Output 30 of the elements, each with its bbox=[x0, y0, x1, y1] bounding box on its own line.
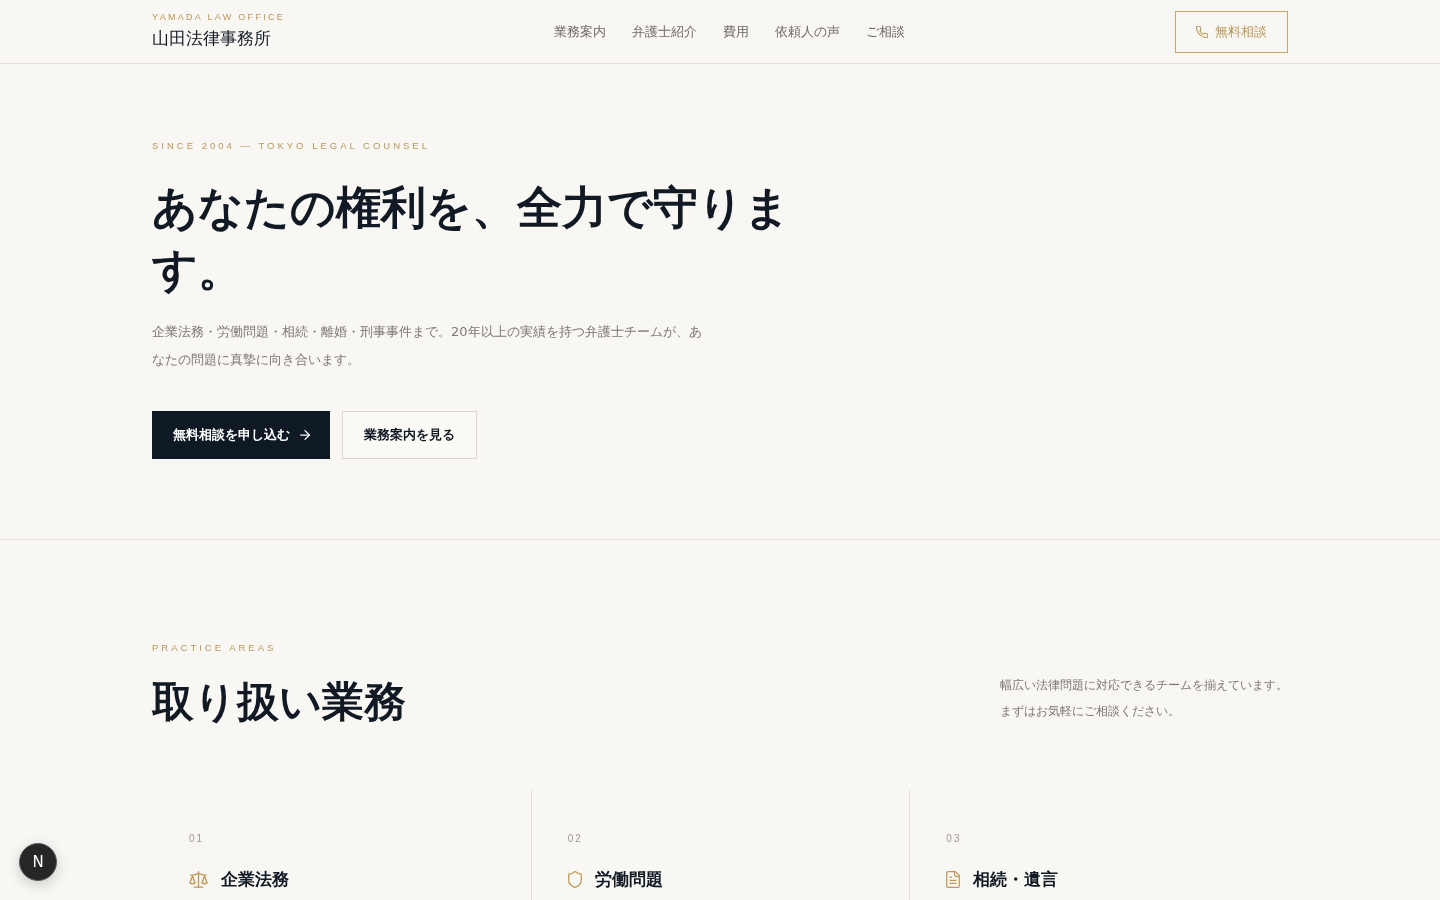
hero-description: 企業法務・労働問題・相続・離婚・刑事事件まで。20年以上の実績を持つ弁護士チームが、あなたの問題に真摯に向き合います。 bbox=[152, 323, 703, 369]
arrow-right-icon bbox=[299, 430, 310, 440]
section-eyebrow: PRACTICE AREAS bbox=[152, 642, 277, 654]
card-number: 01 bbox=[189, 833, 205, 845]
practice-card[interactable]: 02 労働問題 bbox=[530, 790, 910, 900]
practice-card[interactable]: 03 相続・遺言 bbox=[909, 790, 1288, 900]
card-title: 労働問題 bbox=[594, 868, 663, 891]
hero-headline: あなたの権利を、全力で守ります。 bbox=[152, 180, 791, 298]
document-icon bbox=[946, 870, 961, 888]
floating-badge-button[interactable]: N bbox=[19, 843, 57, 881]
hero-eyebrow: SINCE 2004 — TOKYO LEGAL COUNSEL bbox=[152, 140, 430, 152]
shield-icon bbox=[567, 870, 582, 888]
brand-tagline: YAMADA LAW OFFICE bbox=[152, 11, 286, 23]
view-services-button[interactable]: 業務案内を見る bbox=[342, 411, 477, 459]
card-title: 相続・遺言 bbox=[973, 868, 1059, 891]
practice-card[interactable]: 01 企業法務 bbox=[152, 790, 531, 900]
phone-icon bbox=[1196, 26, 1208, 38]
nav-link[interactable]: ご相談 bbox=[866, 22, 905, 41]
nav-link[interactable]: 業務案内 bbox=[554, 22, 606, 41]
scales-icon bbox=[189, 870, 208, 888]
brand-name[interactable]: 山田法律事務所 bbox=[152, 26, 271, 50]
section-heading: 取り扱い業務 bbox=[152, 676, 406, 728]
nav-link[interactable]: 弁護士紹介 bbox=[632, 22, 697, 41]
nav-link[interactable]: 費用 bbox=[723, 22, 749, 41]
card-title: 企業法務 bbox=[221, 868, 289, 891]
card-number: 02 bbox=[567, 833, 583, 845]
nav-link[interactable]: 依頼人の声 bbox=[775, 22, 840, 41]
apply-consultation-button[interactable]: 無料相談を申し込む bbox=[152, 411, 330, 459]
card-number: 03 bbox=[946, 833, 962, 845]
section-intro: 幅広い法律問題に対応できるチームを揃えています。まずはお気軽にご相談ください。 bbox=[1000, 677, 1289, 720]
